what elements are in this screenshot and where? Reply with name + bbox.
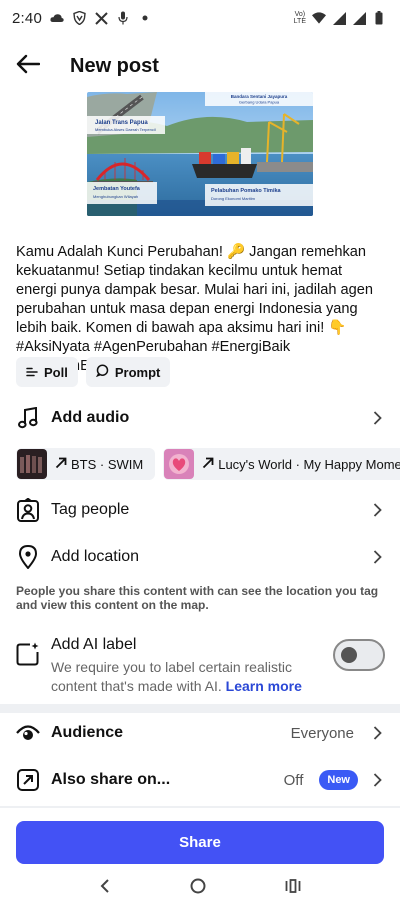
audience-label: Audience <box>51 724 124 741</box>
ai-label-row: Add AI label We require you to label cer… <box>0 632 400 698</box>
also-share-label: Also share on... <box>51 771 171 788</box>
ai-label-icon <box>16 642 40 666</box>
arrow-up-right-icon <box>202 457 214 472</box>
nav-home-icon[interactable] <box>190 878 206 899</box>
ai-label-toggle[interactable] <box>333 639 385 671</box>
wifi-icon <box>312 11 326 25</box>
prompt-icon <box>95 364 109 380</box>
arrow-left-icon <box>16 54 41 79</box>
poll-label: Poll <box>44 364 68 380</box>
tag-people-row[interactable]: Tag people <box>0 492 400 528</box>
volte-indicator: Vo) LTE <box>293 11 306 25</box>
nav-back-icon[interactable] <box>99 878 111 899</box>
section-divider <box>0 806 400 808</box>
prompt-chip[interactable]: Prompt <box>85 357 171 387</box>
shield-icon <box>72 11 86 25</box>
post-image-preview[interactable]: Bandara Sentani Jayapura Gerbang Udara P… <box>87 92 313 216</box>
eye-icon <box>16 721 40 745</box>
chevron-right-icon <box>370 773 384 787</box>
audio-suggestion[interactable]: Lucy's World · My Happy Moment <box>163 448 400 480</box>
banner-text: Bandara Sentani Jayapura <box>231 94 288 99</box>
banner-text: Dorong Ekonomi Maritim <box>211 196 256 201</box>
signal-icon <box>332 11 346 25</box>
notification-dot-icon <box>138 11 152 25</box>
chevron-right-icon <box>370 411 384 425</box>
nav-recents-icon[interactable] <box>285 878 301 899</box>
toggle-knob <box>341 647 357 663</box>
ai-label-description: We require you to label certain realisti… <box>51 659 302 694</box>
share-button[interactable]: Share <box>16 821 384 864</box>
status-bar: 2:40 Vo) LTE <box>0 0 400 36</box>
section-divider <box>0 704 400 713</box>
chevron-right-icon <box>370 503 384 517</box>
banner-text: Jembatan Youtefa <box>93 186 141 192</box>
signal-2-icon <box>352 11 366 25</box>
audience-value: Everyone <box>290 724 354 742</box>
also-share-value: Off <box>283 771 304 789</box>
x-app-icon <box>94 11 108 25</box>
arrow-up-right-icon <box>55 457 67 472</box>
audience-row[interactable]: Audience Everyone <box>0 715 400 751</box>
post-option-chips: Poll Prompt <box>16 357 171 387</box>
banner-text: Menghubungkan Wilayah <box>93 194 138 199</box>
ai-label-title: Add AI label <box>51 636 137 653</box>
new-badge: New <box>319 770 358 790</box>
also-share-row[interactable]: Also share on... Off New <box>0 762 400 798</box>
location-pin-icon <box>16 545 40 569</box>
page-title: New post <box>70 54 159 77</box>
album-art <box>17 449 47 479</box>
header: New post <box>0 44 400 88</box>
battery-icon <box>372 11 386 25</box>
prompt-label: Prompt <box>114 364 161 380</box>
microphone-icon <box>116 11 130 25</box>
add-location-row[interactable]: Add location <box>0 539 400 575</box>
audio-suggestion[interactable]: BTS · SWIM <box>16 448 156 480</box>
add-audio-label: Add audio <box>51 409 130 426</box>
back-button[interactable] <box>0 44 56 88</box>
chevron-right-icon <box>370 726 384 740</box>
banner-text: Pelabuhan Pomako Timika <box>211 188 282 194</box>
status-time: 2:40 <box>12 9 42 27</box>
tag-person-icon <box>16 498 40 522</box>
audio-suggestions: BTS · SWIM Lucy's World · My Happy Momen… <box>16 448 400 480</box>
chevron-right-icon <box>370 550 384 564</box>
cloud-icon <box>50 11 64 25</box>
music-note-icon <box>16 406 40 430</box>
banner-text: Jalan Trans Papua <box>95 120 148 126</box>
add-audio-row[interactable]: Add audio <box>0 400 400 436</box>
banner-text: Gerbang Udara Papua <box>239 100 280 105</box>
learn-more-link[interactable]: Learn more <box>226 678 302 694</box>
audio-track-name: BTS · SWIM <box>71 456 144 472</box>
album-art <box>164 449 195 479</box>
add-location-label: Add location <box>51 548 140 565</box>
location-note: People you share this content with can s… <box>16 584 379 612</box>
system-navigation-bar <box>0 870 400 906</box>
poll-icon <box>26 365 38 380</box>
banner-text: Membuka Akses Daerah Terpencil <box>95 127 156 132</box>
poll-chip[interactable]: Poll <box>16 357 78 387</box>
share-arrow-icon <box>16 768 40 792</box>
audio-track-name: Lucy's World · My Happy Moment <box>218 456 400 472</box>
tag-people-label: Tag people <box>51 501 130 518</box>
